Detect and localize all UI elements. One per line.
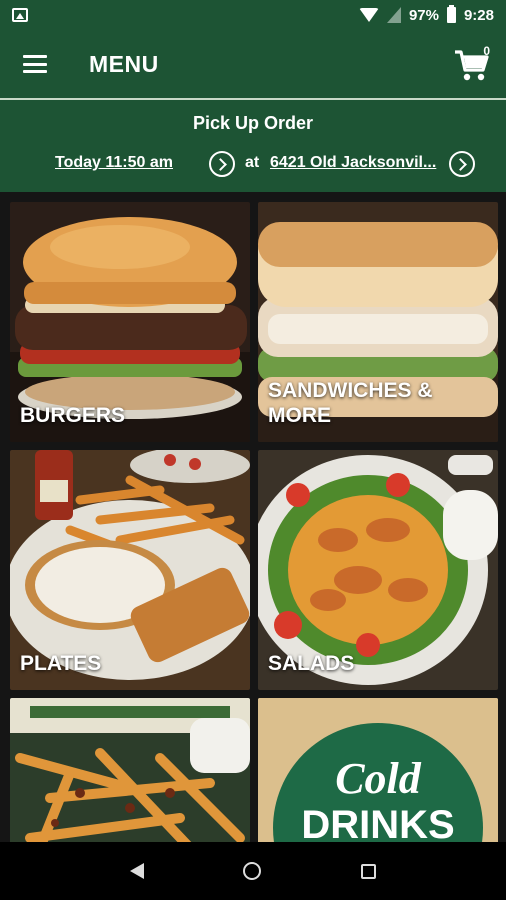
menu-tile-burgers[interactable]: BURGERS	[10, 202, 250, 442]
pickup-location-link[interactable]: 6421 Old Jacksonvil...	[270, 154, 436, 172]
wifi-icon	[358, 8, 379, 22]
image-notification-icon	[12, 8, 28, 22]
at-label: at	[245, 154, 260, 171]
tile-label: PLATES	[20, 651, 102, 675]
status-bar: 97% 9:28	[0, 0, 506, 30]
pickup-time-arrow-icon[interactable]	[209, 151, 235, 177]
pickup-row: Today 11:50 am at 6421 Old Jacksonvil...	[0, 151, 506, 177]
fries-image	[10, 698, 250, 842]
back-icon[interactable]	[129, 863, 144, 879]
tile-label: SALADS	[268, 651, 355, 675]
menu-tile-salads[interactable]: SALADS	[258, 450, 498, 690]
menu-hamburger-icon[interactable]	[23, 55, 47, 73]
pickup-title: Pick Up Order	[192, 113, 314, 133]
battery-icon	[446, 5, 456, 23]
app-bar: MENU 0	[0, 30, 506, 98]
svg-text:DRINKS: DRINKS	[301, 803, 454, 842]
menu-tile-fries[interactable]	[10, 698, 250, 842]
svg-text:Cold: Cold	[335, 754, 422, 803]
page-title: MENU	[89, 50, 159, 77]
cart-button[interactable]: 0	[452, 44, 492, 84]
menu-tile-sandwiches[interactable]: SANDWICHES & MORE	[258, 202, 498, 442]
cart-count-badge: 0	[483, 44, 490, 58]
home-icon[interactable]	[243, 862, 262, 880]
clock: 9:28	[463, 6, 494, 24]
system-nav-bar	[0, 842, 506, 900]
pickup-time-link[interactable]: Today 11:50 am	[55, 154, 173, 172]
pickup-location-arrow-icon[interactable]	[449, 151, 475, 177]
battery-percent: 97%	[408, 6, 439, 24]
pickup-panel: Pick Up Order Today 11:50 am at 6421 Old…	[0, 100, 506, 192]
tile-label: BURGERS	[20, 403, 126, 427]
menu-grid: BURGERS SANDWICHES & MORE PLATES SALADS …	[0, 192, 506, 842]
cold-drinks-image: Cold DRINKS	[258, 698, 498, 842]
menu-tile-cold-drinks[interactable]: Cold DRINKS	[258, 698, 498, 842]
cell-signal-icon	[386, 7, 401, 23]
tile-label: SANDWICHES & MORE	[268, 378, 433, 427]
menu-tile-plates[interactable]: PLATES	[10, 450, 250, 690]
recent-apps-icon[interactable]	[361, 863, 377, 879]
